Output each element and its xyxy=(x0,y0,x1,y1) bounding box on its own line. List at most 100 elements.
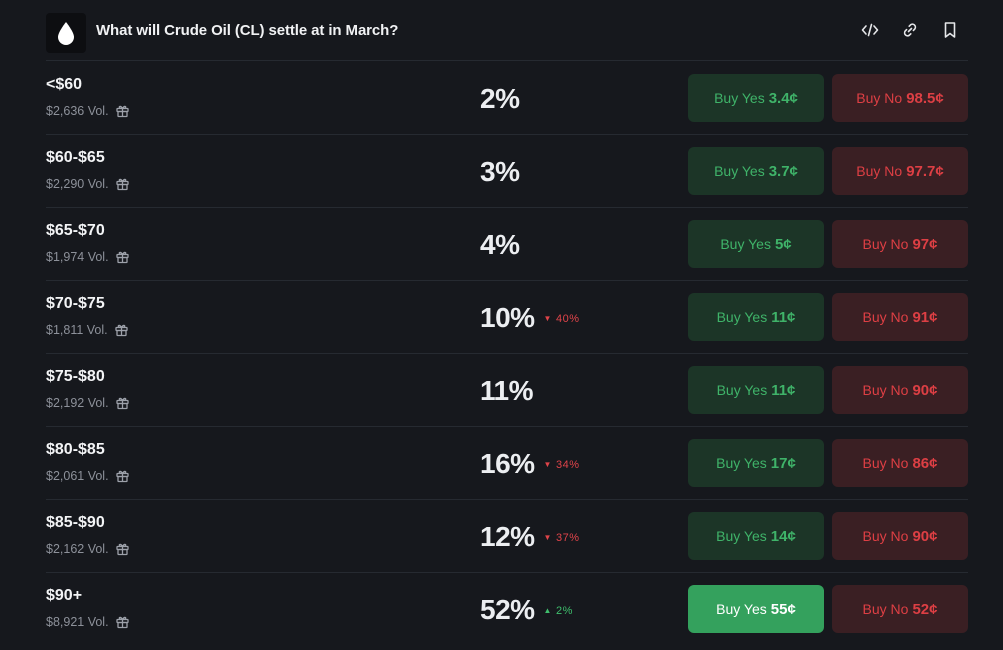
outcome-row: $65-$70 $1,974 Vol. 4% Buy Yes 5¢ Buy No 97¢ xyxy=(46,208,968,281)
copy-link-button[interactable] xyxy=(900,20,920,40)
outcome-row: $60-$65 $2,290 Vol. 3% Buy Yes 3.7¢ Buy No 97.… xyxy=(46,135,968,208)
probability-value: 11% xyxy=(480,374,534,406)
buy-yes-button[interactable]: Buy Yes 11¢ xyxy=(688,293,824,341)
code-icon xyxy=(861,23,879,37)
buy-yes-button[interactable]: Buy Yes 14¢ xyxy=(688,512,824,560)
probability-value: 10% xyxy=(480,301,535,333)
buy-yes-label: Buy Yes xyxy=(716,455,767,471)
buy-no-price: 90¢ xyxy=(912,381,938,399)
outcome-row: $80-$85 $2,061 Vol. 16% ▼ 34% Buy Yes 17¢ Buy N… xyxy=(46,427,968,500)
probability: 2% xyxy=(480,62,680,135)
buy-no-button[interactable]: Buy No 86¢ xyxy=(832,439,968,487)
buy-yes-button[interactable]: Buy Yes 3.4¢ xyxy=(688,74,824,122)
buy-no-button[interactable]: Buy No 97¢ xyxy=(832,220,968,268)
outcome-label: $60-$65 xyxy=(46,149,105,166)
buy-yes-price: 11¢ xyxy=(771,381,796,399)
header-actions xyxy=(860,20,960,40)
embed-code-button[interactable] xyxy=(860,20,880,40)
gift-icon[interactable] xyxy=(115,249,130,264)
buy-no-label: Buy No xyxy=(862,601,909,617)
outcome-label: $90+ xyxy=(46,587,83,604)
gift-icon[interactable] xyxy=(115,103,130,118)
probability: 11% xyxy=(480,354,680,427)
probability-value: 2% xyxy=(480,82,520,114)
buy-no-price: 90¢ xyxy=(912,527,938,545)
buy-no-price: 91¢ xyxy=(912,308,938,326)
change-value: 37% xyxy=(555,531,580,544)
change-value: 34% xyxy=(555,458,580,471)
market-header: What will Crude Oil (CL) settle at in Ma… xyxy=(46,0,968,61)
buy-no-button[interactable]: Buy No 98.5¢ xyxy=(832,74,968,122)
change-value: 40% xyxy=(555,312,580,325)
change-indicator: ▼ 40% xyxy=(544,313,580,325)
outcome-volume: $2,061 Vol. xyxy=(46,468,130,483)
outcome-label: $80-$85 xyxy=(46,441,105,458)
outcome-row: $70-$75 $1,811 Vol. 10% ▼ 40% Buy Yes 11¢ Buy N… xyxy=(46,281,968,354)
bookmark-button[interactable] xyxy=(940,20,960,40)
volume-text: $2,636 Vol. xyxy=(46,103,109,118)
gift-icon[interactable] xyxy=(115,541,130,556)
buy-no-button[interactable]: Buy No 52¢ xyxy=(832,585,968,633)
buy-yes-button[interactable]: Buy Yes 3.7¢ xyxy=(688,147,824,195)
outcome-label: $75-$80 xyxy=(46,368,105,385)
probability-value: 3% xyxy=(480,155,520,187)
gift-icon[interactable] xyxy=(115,614,130,629)
buy-no-label: Buy No xyxy=(862,236,909,252)
outcome-label: $65-$70 xyxy=(46,222,105,239)
arrow-up-icon: ▲ xyxy=(543,606,552,615)
gift-icon[interactable] xyxy=(115,176,130,191)
buy-yes-button[interactable]: Buy Yes 11¢ xyxy=(688,366,824,414)
gift-icon[interactable] xyxy=(115,468,130,483)
buy-no-label: Buy No xyxy=(856,90,903,106)
buy-no-price: 97.7¢ xyxy=(906,162,944,180)
buy-no-price: 52¢ xyxy=(912,600,938,618)
outcome-volume: $2,636 Vol. xyxy=(46,103,130,118)
oil-drop-icon xyxy=(58,22,74,45)
probability-value: 4% xyxy=(480,228,520,260)
buy-no-button[interactable]: Buy No 90¢ xyxy=(832,366,968,414)
volume-text: $2,192 Vol. xyxy=(46,395,109,410)
gift-icon[interactable] xyxy=(114,322,129,337)
buy-no-label: Buy No xyxy=(862,382,909,398)
buy-yes-label: Buy Yes xyxy=(720,236,771,252)
buy-yes-price: 5¢ xyxy=(774,235,792,253)
probability: 52% ▲ 2% xyxy=(480,573,680,646)
change-indicator: ▼ 34% xyxy=(544,459,580,471)
outcome-label: $70-$75 xyxy=(46,295,105,312)
outcome-label: $85-$90 xyxy=(46,514,105,531)
buy-yes-label: Buy Yes xyxy=(716,382,768,398)
buy-yes-price: 3.4¢ xyxy=(768,89,798,107)
change-indicator: ▼ 37% xyxy=(544,532,580,544)
probability-value: 12% xyxy=(480,520,535,552)
buy-yes-button[interactable]: Buy Yes 5¢ xyxy=(688,220,824,268)
probability: 12% ▼ 37% xyxy=(480,500,680,573)
buy-no-label: Buy No xyxy=(856,163,903,179)
buy-no-button[interactable]: Buy No 91¢ xyxy=(832,293,968,341)
buy-yes-label: Buy Yes xyxy=(716,309,768,325)
buy-yes-price: 11¢ xyxy=(771,308,796,326)
outcome-list: <$60 $2,636 Vol. 2% Buy Yes 3.4¢ Buy No 98.5¢ $… xyxy=(46,62,968,646)
buy-yes-button[interactable]: Buy Yes 55¢ xyxy=(688,585,824,633)
probability-value: 16% xyxy=(480,447,535,479)
buy-no-label: Buy No xyxy=(862,455,909,471)
outcome-volume: $2,290 Vol. xyxy=(46,176,130,191)
volume-text: $2,162 Vol. xyxy=(46,541,109,556)
gift-icon[interactable] xyxy=(115,395,130,410)
outcome-volume: $8,921 Vol. xyxy=(46,614,130,629)
probability-value: 52% xyxy=(480,593,535,625)
buy-no-button[interactable]: Buy No 97.7¢ xyxy=(832,147,968,195)
outcome-row: <$60 $2,636 Vol. 2% Buy Yes 3.4¢ Buy No 98.5¢ xyxy=(46,62,968,135)
buy-yes-button[interactable]: Buy Yes 17¢ xyxy=(688,439,824,487)
buy-yes-label: Buy Yes xyxy=(716,601,767,617)
link-icon xyxy=(903,23,917,37)
change-indicator: ▲ 2% xyxy=(544,605,573,617)
outcome-volume: $1,811 Vol. xyxy=(46,322,129,337)
buy-no-price: 97¢ xyxy=(912,235,938,253)
buy-no-button[interactable]: Buy No 90¢ xyxy=(832,512,968,560)
buy-yes-price: 3.7¢ xyxy=(768,162,798,180)
outcome-row: $85-$90 $2,162 Vol. 12% ▼ 37% Buy Yes 14¢ Buy N… xyxy=(46,500,968,573)
outcome-volume: $2,192 Vol. xyxy=(46,395,130,410)
buy-yes-price: 55¢ xyxy=(770,600,796,618)
outcome-row: $75-$80 $2,192 Vol. 11% Buy Yes 11¢ Buy No 90¢ xyxy=(46,354,968,427)
volume-text: $8,921 Vol. xyxy=(46,614,109,629)
